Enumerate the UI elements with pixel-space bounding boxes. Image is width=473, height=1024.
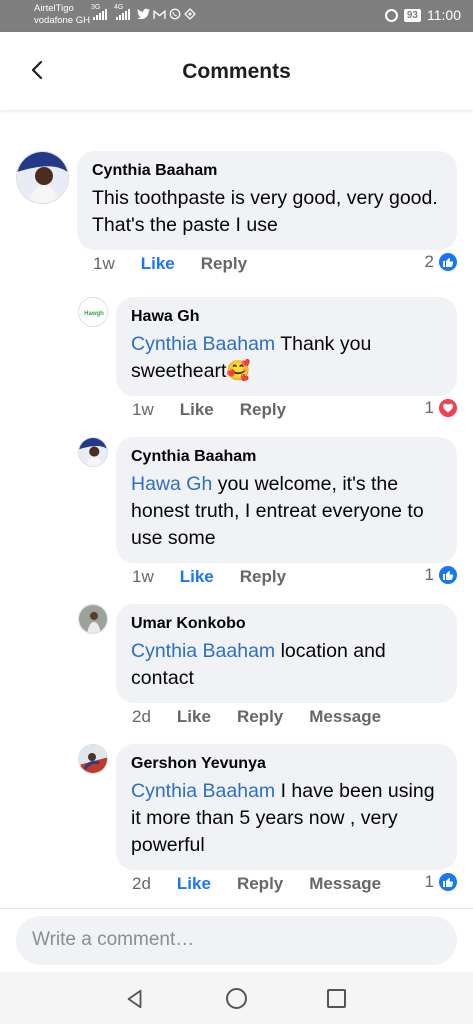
reply-button[interactable]: Reply [237,874,283,894]
like-button[interactable]: Like [180,400,214,420]
like-button[interactable]: Like [177,874,211,894]
reaction-count[interactable]: 1 [425,871,459,893]
avatar-image [17,152,68,203]
avatar[interactable] [16,151,69,204]
nav-recents-icon[interactable] [327,989,346,1008]
mention-link[interactable]: Cynthia Baaham [131,333,275,355]
comment-text: Cynthia Baaham I have been using it more… [131,778,442,859]
comment-text: This toothpaste is very good, very good.… [92,185,442,239]
reaction-count[interactable]: 1 [425,564,459,586]
like-reaction-icon [437,564,459,586]
twitter-icon [137,8,150,20]
comment-time: 1w [132,400,154,419]
nav-home-icon[interactable] [226,988,247,1009]
avatar-image [79,605,107,633]
comment-author[interactable]: Gershon Yevunya [131,754,442,774]
avatar-image [79,745,107,773]
comment-actions: 1w Like Reply [132,567,312,587]
composer-divider [0,908,473,909]
system-status: 93 11:00 [384,7,461,23]
reply-button[interactable]: Reply [201,254,247,274]
comment-bubble: Cynthia Baaham This toothpaste is very g… [77,151,457,250]
comment-bubble: Cynthia Baaham Hawa Gh you welcome, it's… [116,437,457,563]
comment-text: Hawa Gh you welcome, it's the honest tru… [131,471,442,552]
network-type-2: 4G [114,3,124,11]
comment-author[interactable]: Cynthia Baaham [92,161,442,181]
like-reaction-icon [437,871,459,893]
avatar-image: Hawgh [79,298,107,326]
data-saver-icon [184,8,196,20]
reaction-count[interactable]: 1 [425,397,459,419]
reaction-count[interactable]: 2 [425,251,459,273]
signal-icon: 3G [91,4,107,20]
comment-bubble: Hawa Gh Cynthia Baaham Thank you sweethe… [116,297,457,396]
comment-actions: 2d Like Reply Message [132,874,407,894]
message-button[interactable]: Message [309,707,381,727]
mention-link[interactable]: Hawa Gh [131,473,212,495]
whatsapp-icon [169,8,181,20]
like-button[interactable]: Like [180,567,214,587]
comment-author[interactable]: Umar Konkobo [131,614,442,634]
battery-icon: 93 [403,8,421,22]
like-button[interactable]: Like [141,254,175,274]
carrier-1: AirtelTigo [34,3,74,14]
comment-bubble: Umar Konkobo Cynthia Baaham location and… [116,604,457,703]
reply-button[interactable]: Reply [240,567,286,587]
status-bar: AirtelTigo vodafone GH 3G 4G 93 11:00 [0,0,473,32]
comment-author[interactable]: Hawa Gh [131,307,442,327]
comment-actions: 1w Like Reply [93,254,273,274]
comment-time: 2d [132,707,151,726]
mention-link[interactable]: Cynthia Baaham [131,780,275,802]
comment-time: 2d [132,874,151,893]
comment-input-placeholder: Write a comment… [32,929,195,950]
comment-text: Cynthia Baaham location and contact [131,638,442,692]
like-reaction-icon [437,251,459,273]
comments-header: Comments [0,32,473,110]
reaction-number: 1 [424,398,434,417]
comment-time: 1w [93,254,115,273]
avatar[interactable] [78,604,108,634]
carrier-names: AirtelTigo vodafone GH [34,3,90,27]
avatar[interactable] [78,437,108,467]
message-button[interactable]: Message [309,874,381,894]
heart-reaction-icon [437,397,459,419]
signal-icon-2: 4G [114,4,130,20]
avatar[interactable]: Hawgh [78,297,108,327]
network-type-1: 3G [91,3,101,11]
comment-author[interactable]: Cynthia Baaham [131,447,442,467]
reply-button[interactable]: Reply [240,400,286,420]
reaction-number: 1 [424,565,434,584]
comment-actions: 1w Like Reply [132,400,312,420]
comment-time: 1w [132,567,154,586]
avatar-image [79,438,107,466]
reply-button[interactable]: Reply [237,707,283,727]
like-button[interactable]: Like [177,707,211,727]
gmail-icon [153,9,166,19]
comment-text: Cynthia Baaham Thank you sweetheart🥰 [131,331,442,385]
clock: 11:00 [427,7,461,23]
svg-text:Hawgh: Hawgh [84,311,104,317]
nav-back-icon[interactable] [124,988,146,1010]
comment-input[interactable]: Write a comment… [16,916,457,965]
alarm-icon [384,8,398,22]
page-title: Comments [182,60,291,83]
avatar[interactable] [78,744,108,774]
comment-body: This toothpaste is very good, very good.… [92,187,438,236]
reaction-number: 1 [424,872,434,891]
comment-bubble: Gershon Yevunya Cynthia Baaham I have be… [116,744,457,870]
comment-actions: 2d Like Reply Message [132,707,407,727]
reaction-number: 2 [424,252,434,271]
notification-icons: 3G 4G [91,4,196,20]
system-nav-bar [0,972,473,1024]
carrier-2: vodafone GH [34,15,90,26]
mention-link[interactable]: Cynthia Baaham [131,640,275,662]
